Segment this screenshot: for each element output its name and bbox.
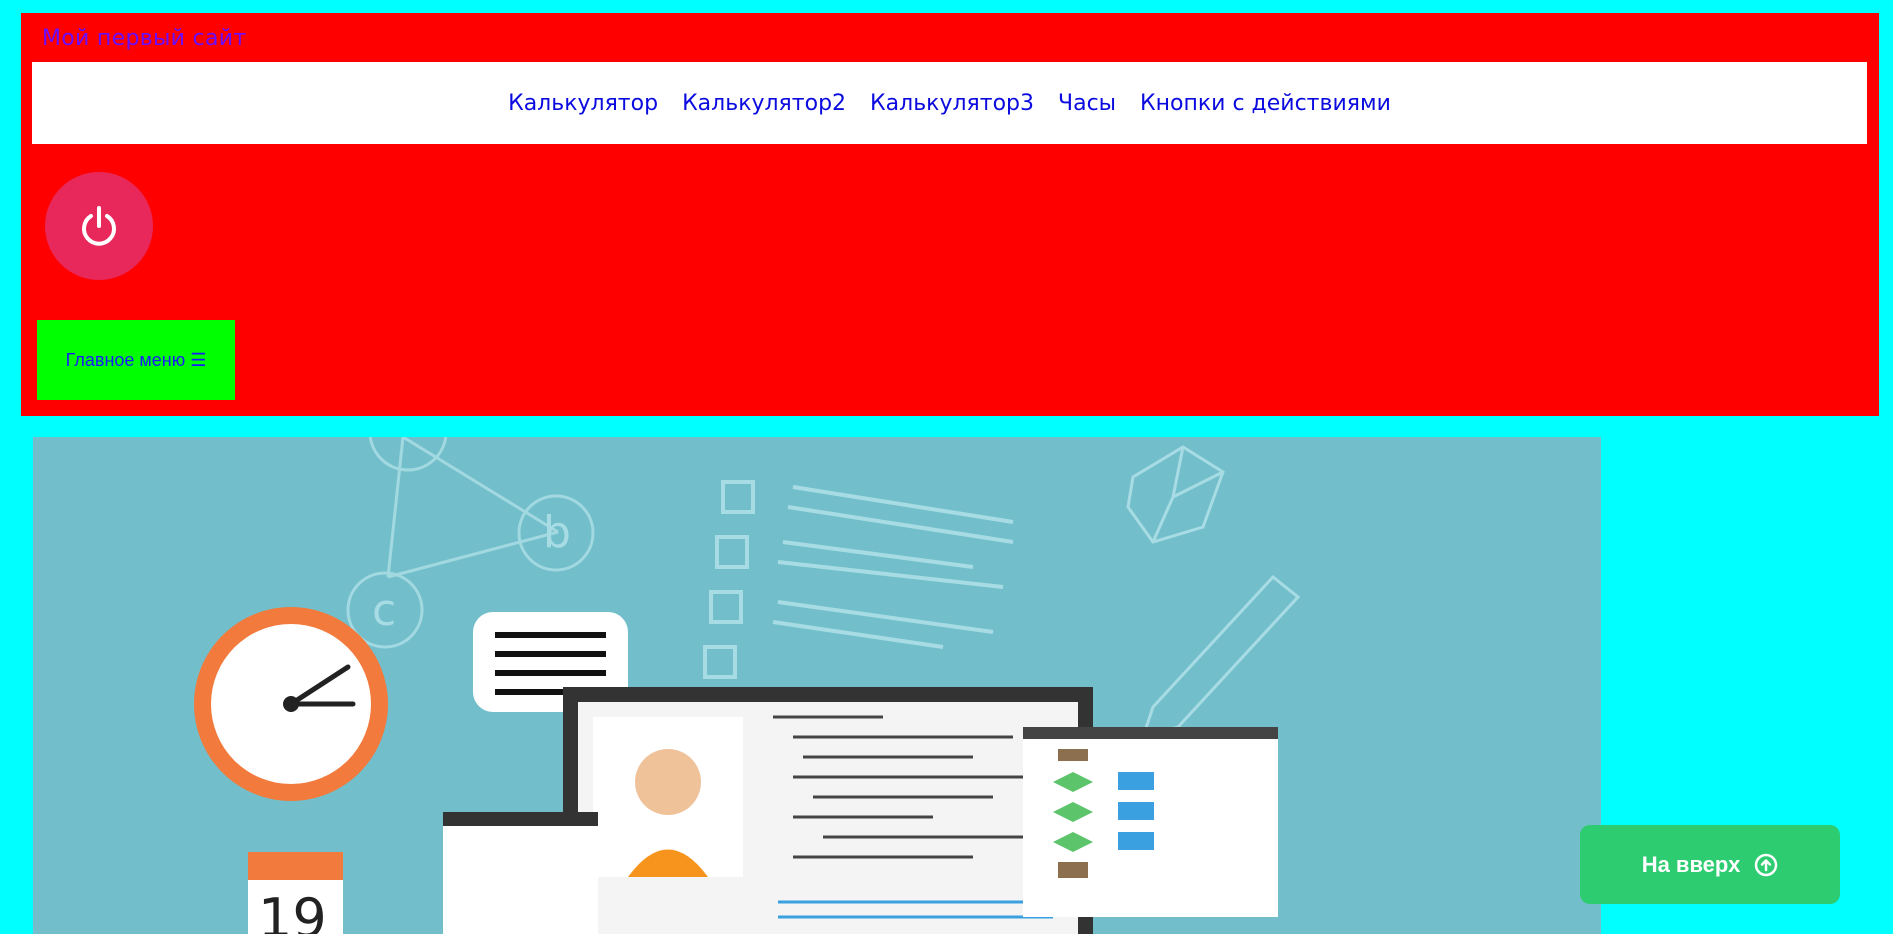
nav-link-calculator[interactable]: Калькулятор <box>508 91 658 116</box>
hero-image: b c 19 <box>194 437 1301 934</box>
hero-illustration: b c 19 <box>33 437 1601 934</box>
calendar-day: 19 <box>258 887 327 934</box>
arrow-up-circle-icon <box>1755 853 1778 876</box>
nav-link-action-buttons[interactable]: Кнопки с действиями <box>1140 91 1391 116</box>
power-button[interactable] <box>45 172 153 280</box>
main-nav: Калькулятор Калькулятор2 Калькулятор3 Ча… <box>32 62 1867 144</box>
site-title: Мой первый сайт <box>42 26 247 51</box>
power-icon <box>82 206 116 246</box>
graph-node-c: c <box>372 585 396 636</box>
nav-link-calculator3[interactable]: Калькулятор3 <box>870 91 1034 116</box>
nav-link-clock[interactable]: Часы <box>1058 91 1116 116</box>
back-to-top-button[interactable]: На вверх <box>1580 825 1840 904</box>
site-header: Мой первый сайт Калькулятор Калькулятор2… <box>21 13 1879 416</box>
nav-link-calculator2[interactable]: Калькулятор2 <box>682 91 846 116</box>
back-to-top-label: На вверх <box>1641 851 1741 877</box>
graph-node-b: b <box>543 507 571 558</box>
main-menu-button[interactable]: Главное меню ☰ <box>37 320 235 400</box>
